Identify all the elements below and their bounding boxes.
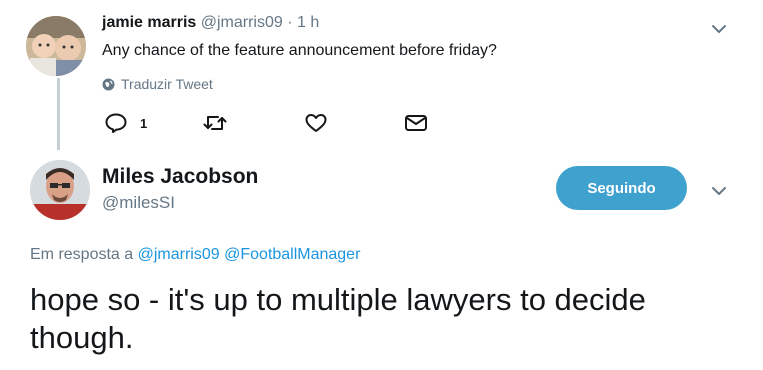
reply-context: Em resposta a @jmarris09 @FootballManage… xyxy=(30,246,360,264)
like-icon xyxy=(304,112,328,134)
tweet1-header: jamie marris @jmarris09 · 1 h xyxy=(102,14,319,32)
reply-count: 1 xyxy=(140,115,148,131)
tweet1-author-name[interactable]: jamie marris xyxy=(102,14,196,31)
mention-footballmanager[interactable]: @FootballManager xyxy=(224,246,360,263)
tweet2-text: hope so - it's up to multiple lawyers to… xyxy=(30,282,646,355)
thread-line xyxy=(57,78,60,150)
chevron-down-icon[interactable] xyxy=(708,18,730,40)
retweet-button[interactable] xyxy=(202,112,228,139)
following-button[interactable]: Seguindo xyxy=(556,166,687,210)
avatar-jamie-marris[interactable] xyxy=(26,16,86,76)
like-button[interactable] xyxy=(304,112,328,139)
tweet2-author-name[interactable]: Miles Jacobson xyxy=(102,165,258,189)
reply-icon xyxy=(104,112,128,134)
tweet1-timestamp[interactable]: · 1 h xyxy=(287,14,319,31)
mention-jmarris09[interactable]: @jmarris09 xyxy=(138,246,220,263)
reply-button[interactable]: 1 xyxy=(104,112,147,134)
avatar-image xyxy=(26,16,86,76)
tweet2-author-handle[interactable]: @milesSI xyxy=(102,193,175,213)
avatar-miles-jacobson[interactable] xyxy=(30,160,90,220)
tweet1-text: Any chance of the feature announcement b… xyxy=(102,42,497,59)
reply-prefix: Em resposta a xyxy=(30,246,134,263)
message-icon xyxy=(404,113,428,133)
avatar-image xyxy=(30,160,90,220)
translate-tweet-link[interactable]: Traduzir Tweet xyxy=(102,76,213,92)
tweet1-author-handle[interactable]: @jmarris09 xyxy=(201,14,283,31)
globe-icon xyxy=(102,78,115,91)
retweet-icon xyxy=(202,112,228,134)
chevron-down-icon[interactable] xyxy=(708,180,730,202)
direct-message-button[interactable] xyxy=(404,113,428,138)
translate-label: Traduzir Tweet xyxy=(121,76,213,92)
